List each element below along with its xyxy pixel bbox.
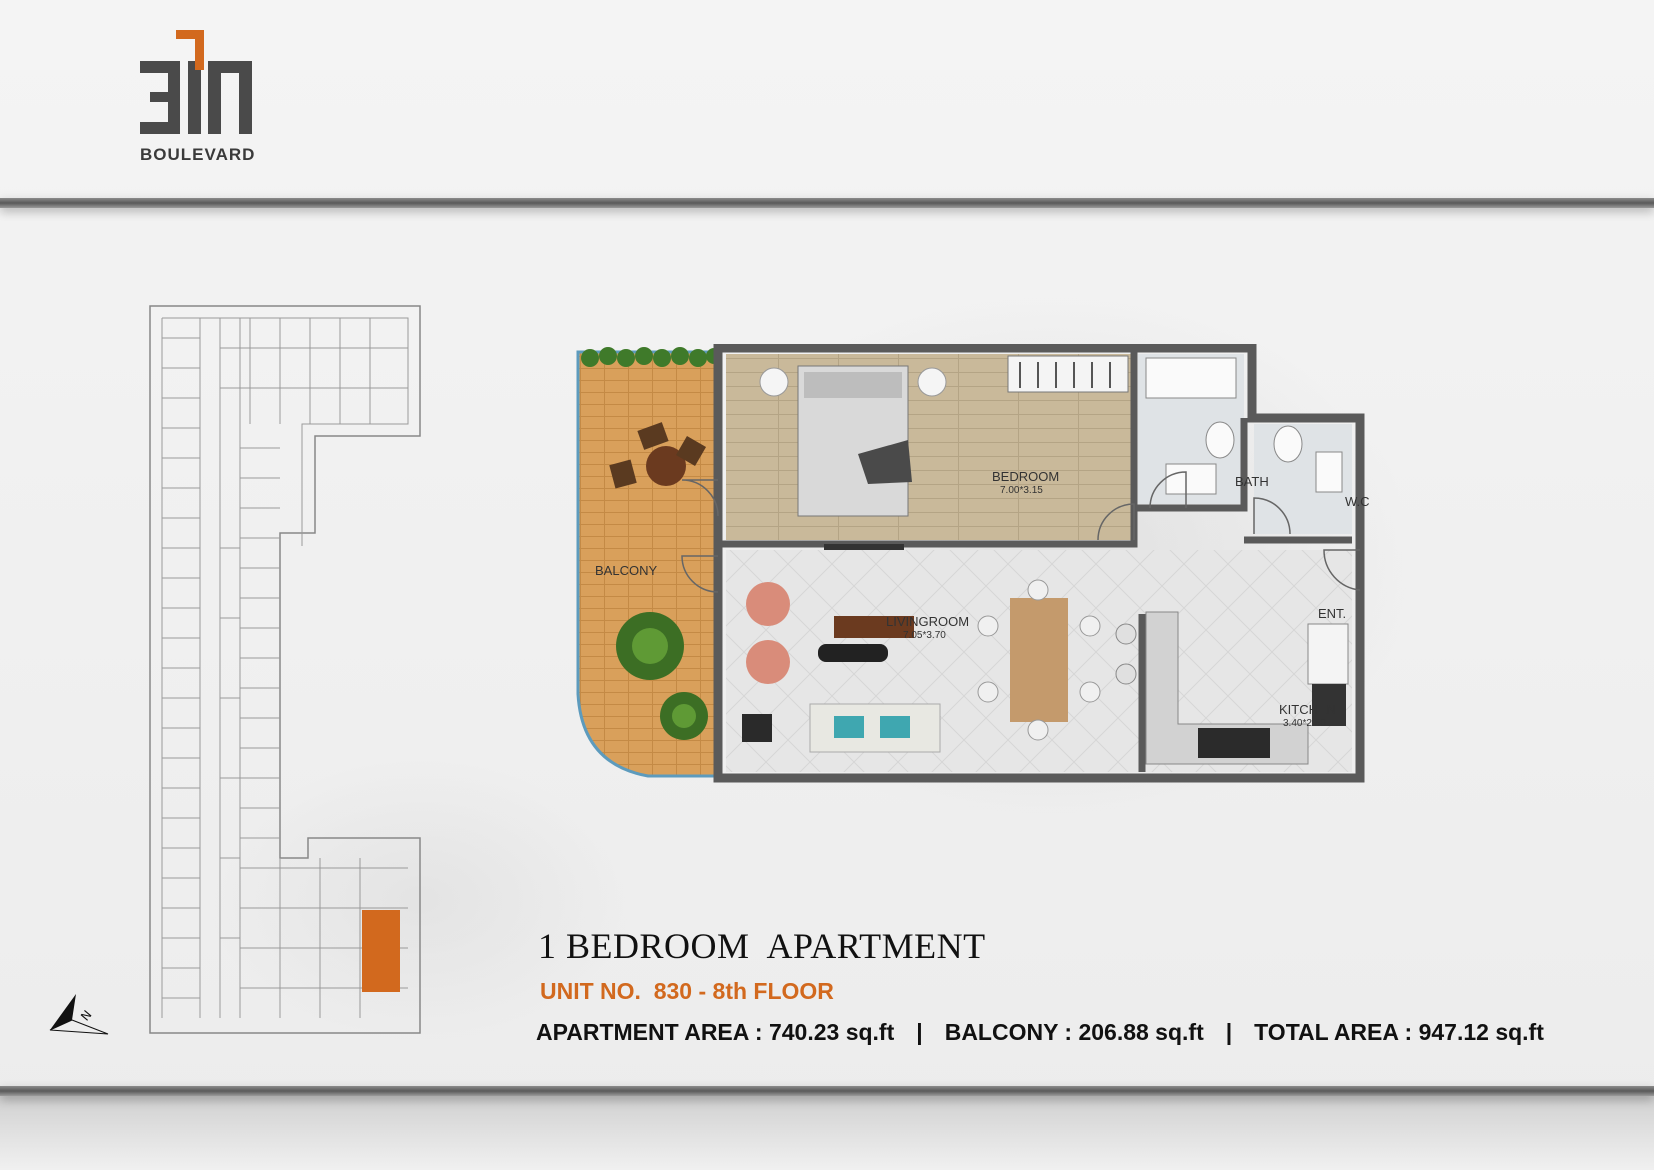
apartment-type-title: 1 BEDROOM APARTMENT: [538, 926, 986, 966]
room-dims-living: 7.05*3.70: [903, 630, 946, 641]
room-dims-kitchen: 3.40*2.50: [1283, 718, 1326, 729]
room-label-entrance: ENT.: [1318, 606, 1347, 621]
room-label-wc: W.C: [1345, 494, 1370, 509]
balcony-area: BALCONY : 206.88 sq.ft: [944, 1019, 1204, 1045]
room-label-bath: BATH: [1235, 474, 1269, 489]
room-label-living: LIVINGROOM: [886, 614, 970, 629]
floor-plan: [576, 344, 1365, 783]
area-summary: APARTMENT AREA : 740.23 sq.ft | BALCONY : …: [536, 1019, 1544, 1046]
brand-wordmark: BOULEVARD: [140, 145, 256, 164]
top-divider-band: [0, 198, 1654, 208]
apartment-area: APARTMENT AREA : 740.23 sq.ft: [536, 1019, 895, 1045]
room-label-kitchen: KITCHEN: [1279, 702, 1337, 717]
unit-number: UNIT NO. 830 - 8th FLOOR: [540, 978, 834, 1004]
bottom-strip: [0, 1096, 1654, 1170]
svg-text:N: N: [78, 1008, 94, 1024]
separator: |: [1225, 1019, 1233, 1045]
key-plan: [149, 305, 421, 1034]
north-arrow-icon: N: [49, 994, 109, 1035]
room-label-balcony: BALCONY: [595, 563, 658, 578]
bottom-divider-band: [0, 1086, 1654, 1096]
separator: |: [916, 1019, 923, 1045]
room-dims-bedroom: 7.00*3.15: [1000, 485, 1043, 496]
total-area: TOTAL AREA : 947.12 sq.ft: [1254, 1019, 1544, 1045]
room-label-bedroom: BEDROOM: [992, 469, 1060, 484]
highlighted-unit: [362, 910, 400, 992]
